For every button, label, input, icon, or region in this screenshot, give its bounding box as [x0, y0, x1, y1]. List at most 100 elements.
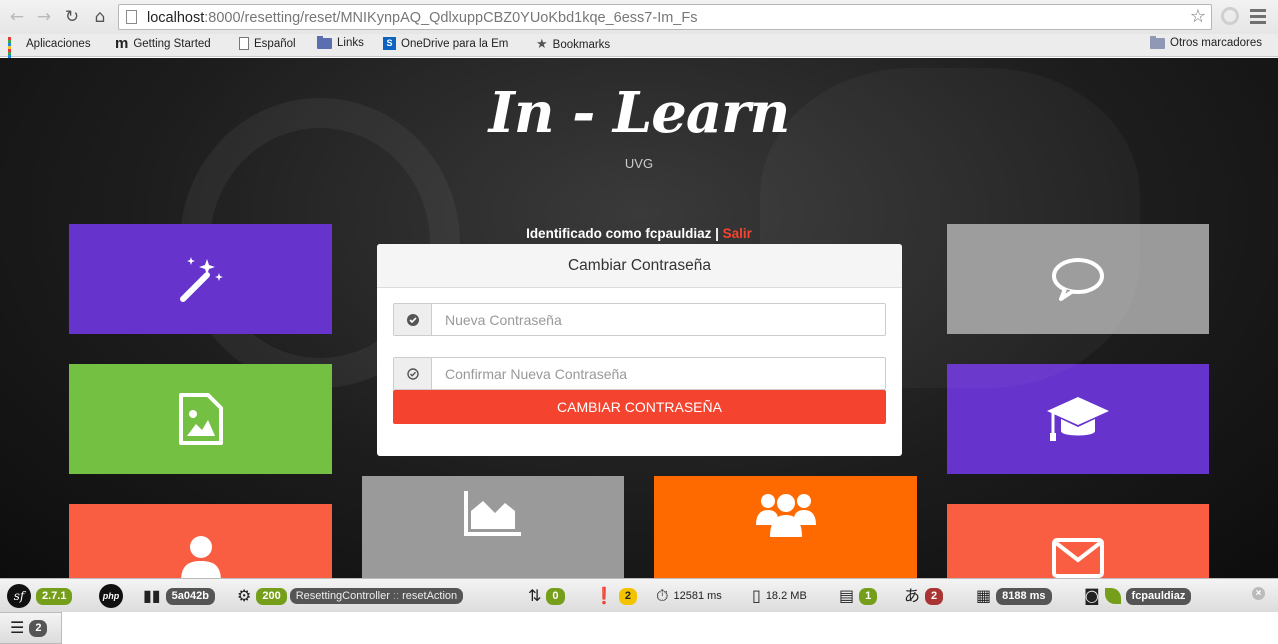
sf-forms-item[interactable]: ▤ 1 [839, 579, 878, 613]
symfony-logo-icon: sf [7, 584, 31, 608]
bookmark-star-icon[interactable]: ☆ [1190, 6, 1206, 27]
user-card-icon: ◙ [1084, 586, 1100, 605]
document-icon [239, 37, 249, 50]
sf-memory-item[interactable]: ▯ 18.2 MB [752, 579, 807, 613]
bookmark-label: Bookmarks [552, 38, 611, 51]
sf-token-item[interactable]: ▮▮ 5a042b [143, 579, 215, 613]
address-bar[interactable]: localhost:8000/resetting/reset/MNIKynpAQ… [118, 4, 1212, 30]
sf-php-item[interactable]: php [99, 579, 123, 613]
db-count: 2 [29, 619, 48, 637]
action-name: resetAction [402, 590, 458, 602]
page-content: In - Learn UVG Identificado como fcpauld… [0, 58, 1278, 578]
site-subtitle: UVG [624, 156, 654, 171]
change-password-button[interactable]: CAMBIAR CONTRASEÑA [393, 390, 886, 424]
database-icon: ☰ [10, 618, 25, 637]
sf-render-item[interactable]: ▦ 8188 ms [976, 579, 1052, 613]
envelope-icon [1052, 538, 1104, 578]
symfony-debug-toolbar: sf 2.7.1 php ▮▮ 5a042b ⚙ 200 ResettingCo… [0, 578, 1278, 612]
chat-bubble-icon [1052, 258, 1104, 301]
sf-translation-item[interactable]: あ 2 [904, 579, 944, 613]
sf-db-item[interactable]: ☰ 2 [0, 612, 62, 644]
bookmark-label: Otros marcadores [1170, 37, 1263, 49]
m-logo-icon: m [115, 35, 129, 52]
browser-menu-icon[interactable] [1250, 9, 1266, 27]
status-code: 200 [256, 587, 287, 605]
bookmark-bookmarks[interactable]: ★ Bookmarks [536, 37, 610, 52]
check-circle-icon [394, 304, 432, 335]
ajax-arrows-icon: ⇅ [528, 586, 542, 605]
image-file-icon [178, 393, 223, 445]
controller-name: ResettingController [295, 590, 390, 602]
bookmark-onedrive[interactable]: S OneDrive para la Em [383, 37, 508, 50]
new-password-input[interactable] [433, 304, 885, 335]
controller-badge: ResettingController :: resetAction [289, 588, 464, 604]
url-path: :8000/resetting/reset/MNIKynpAQ_QdlxuppC… [204, 10, 698, 26]
bookmark-label: OneDrive para la Em [401, 37, 509, 50]
render-time: 8188 ms [996, 587, 1052, 605]
bookmark-label: Español [254, 37, 296, 50]
home-icon[interactable]: ⌂ [89, 6, 111, 28]
bookmark-getting-started[interactable]: m Getting Started [115, 35, 211, 52]
bookmark-label: Aplicaciones [26, 37, 91, 50]
bookmark-label: Getting Started [133, 38, 211, 50]
bookmark-apps[interactable]: Aplicaciones [8, 37, 91, 64]
controller-separator: :: [392, 590, 400, 602]
request-token: 5a042b [165, 587, 215, 605]
sf-ajax-item[interactable]: ⇅ 0 [528, 579, 565, 613]
timer-icon: ⏱ [656, 586, 669, 605]
confirm-password-input[interactable] [433, 358, 885, 389]
sf-time-item[interactable]: ⏱ 12581 ms [656, 579, 722, 613]
sharepoint-icon: S [383, 37, 396, 50]
new-password-group [393, 303, 886, 336]
page-icon [126, 10, 137, 24]
browser-toolbar: ← → ↻ ⌂ localhost:8000/resetting/reset/M… [0, 0, 1278, 34]
confirm-password-group [393, 357, 886, 390]
url-host: localhost [147, 10, 205, 26]
bookmark-espanol[interactable]: Español [239, 37, 296, 50]
reload-icon[interactable]: ↻ [61, 6, 83, 28]
bookmark-label: Links [337, 37, 364, 49]
tile-chart[interactable] [362, 476, 624, 578]
change-password-panel: Cambiar Contraseña CAMBIAR CONTRASEÑA [377, 244, 902, 456]
security-leaf-icon [1104, 588, 1121, 604]
extension-icon[interactable] [1221, 7, 1239, 25]
sf-logs-item[interactable]: ❗ 2 [594, 579, 638, 613]
bookmark-links[interactable]: Links [317, 35, 364, 49]
memory-icon: ▯ [752, 586, 761, 605]
logout-link[interactable]: Salir [723, 226, 752, 241]
warning-icon: ❗ [594, 586, 614, 605]
close-toolbar-icon[interactable]: × [1252, 587, 1265, 600]
bookmark-other[interactable]: Otros marcadores [1150, 35, 1263, 49]
sf-request-item[interactable]: ⚙ 200 ResettingController :: resetAction [237, 579, 464, 613]
tile-mail[interactable] [947, 504, 1209, 578]
area-chart-icon [464, 491, 521, 536]
identified-text: Identificado como fcpauldiaz [526, 226, 712, 241]
translation-count: 2 [925, 587, 944, 605]
url-text: localhost:8000/resetting/reset/MNIKynpAQ… [147, 10, 697, 26]
tile-graduation[interactable] [947, 364, 1209, 474]
check-circle-outline-icon [394, 358, 432, 389]
tile-group[interactable] [654, 476, 917, 578]
symfony-debug-toolbar-secondary: ☰ 2 [0, 612, 1278, 644]
symfony-version: 2.7.1 [36, 587, 73, 605]
request-time: 12581 ms [673, 590, 722, 602]
tile-image[interactable] [69, 364, 332, 474]
bookmarks-bar: Aplicaciones m Getting Started Español L… [0, 34, 1278, 64]
layout-icon: ▦ [976, 586, 992, 605]
current-user: fcpauldiaz [1125, 587, 1192, 605]
tile-user[interactable] [69, 504, 332, 578]
php-logo-icon: php [99, 584, 123, 608]
panel-heading: Cambiar Contraseña [377, 244, 902, 288]
translation-icon: あ [904, 586, 921, 605]
sf-user-item[interactable]: ◙ fcpauldiaz [1084, 579, 1192, 613]
graduation-cap-icon [1047, 397, 1109, 441]
sf-version-item[interactable]: sf 2.7.1 [7, 579, 73, 613]
token-icon: ▮▮ [143, 586, 161, 605]
forms-count: 1 [859, 587, 878, 605]
folder-icon [317, 35, 332, 49]
gear-icon: ⚙ [237, 586, 252, 605]
identified-separator: | [715, 226, 719, 241]
forward-arrow-icon[interactable]: → [33, 6, 55, 28]
back-arrow-icon[interactable]: ← [6, 6, 28, 28]
star-icon: ★ [536, 37, 548, 52]
